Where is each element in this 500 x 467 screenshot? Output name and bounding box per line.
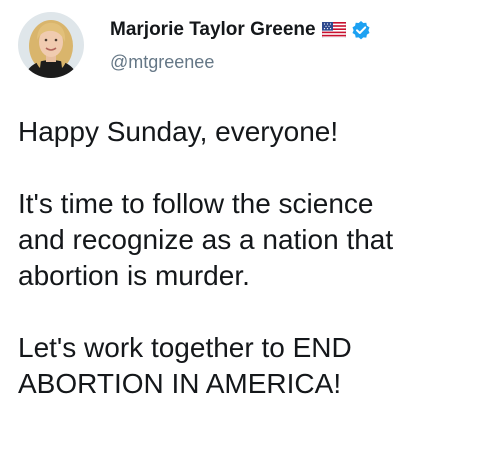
tweet-line: Let's work together to END <box>18 332 352 363</box>
us-flag-icon <box>321 21 346 39</box>
tweet-line: abortion is murder. <box>18 260 250 291</box>
tweet-line: Happy Sunday, everyone! <box>18 116 339 147</box>
tweet-line: and recognize as a nation that <box>18 224 394 255</box>
author-handle[interactable]: @mtgreenee <box>110 52 214 73</box>
author-display-name[interactable]: Marjorie Taylor Greene <box>110 19 316 41</box>
tweet-line: It's time to follow the science <box>18 188 374 219</box>
tweet-line: ABORTION IN AMERICA! <box>18 368 342 399</box>
verified-badge-icon <box>351 20 371 40</box>
avatar[interactable] <box>18 12 84 78</box>
author-name-row: Marjorie Taylor Greene <box>110 18 371 42</box>
avatar-photo <box>18 12 84 78</box>
tweet-card: Marjorie Taylor Greene @mtgreenee Happy … <box>0 0 500 467</box>
tweet-text: Happy Sunday, everyone! It's time to fol… <box>18 114 488 402</box>
